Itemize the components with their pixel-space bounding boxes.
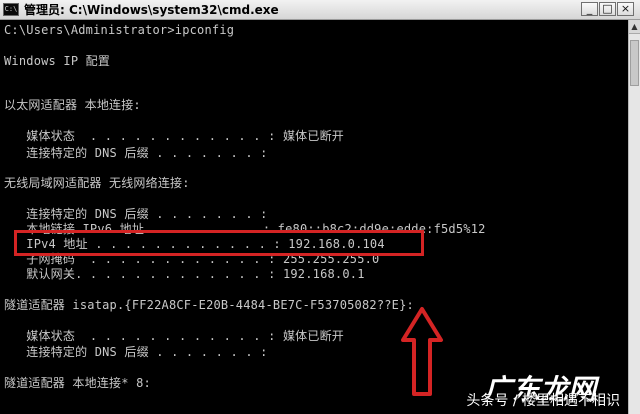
tunnel-dns-suffix-row: 连接特定的 DNS 后缀 . . . . . . . : <box>4 345 268 359</box>
close-button[interactable]: × <box>617 2 634 16</box>
cmd-app-icon[interactable]: C:\ <box>3 3 19 16</box>
ethernet-adapter-header: 以太网适配器 本地连接: <box>4 98 141 112</box>
ethernet-dns-suffix-row: 连接特定的 DNS 后缀 . . . . . . . : <box>4 146 268 160</box>
scrollbar-thumb[interactable] <box>630 40 639 86</box>
maximize-button[interactable]: □ <box>599 2 616 16</box>
ipv4-highlight-box <box>14 230 424 256</box>
minimize-button[interactable]: _ <box>581 2 598 16</box>
wireless-adapter-header: 无线局域网适配器 无线网络连接: <box>4 176 190 190</box>
tunnel-isatap-header: 隧道适配器 isatap.{FF22A8CF-E20B-4484-BE7C-F5… <box>4 298 414 312</box>
command-prompt-line: C:\Users\Administrator>ipconfig <box>4 23 235 37</box>
up-arrow-icon <box>401 307 443 396</box>
ethernet-media-state-row: 媒体状态 . . . . . . . . . . . . : 媒体已断开 <box>4 129 344 143</box>
wireless-dns-suffix-row: 连接特定的 DNS 后缀 . . . . . . . : <box>4 207 268 221</box>
vertical-scrollbar[interactable]: ▲ <box>628 20 640 414</box>
console-output[interactable]: C:\Users\Administrator>ipconfig Windows … <box>0 20 628 414</box>
tunnel-local-header: 隧道适配器 本地连接* 8: <box>4 376 151 390</box>
window-titlebar[interactable]: C:\ 管理员: C:\Windows\system32\cmd.exe _ □… <box>0 0 640 20</box>
tunnel-media-state-row: 媒体状态 . . . . . . . . . . . . : 媒体已断开 <box>4 329 344 343</box>
wireless-gateway-row: 默认网关. . . . . . . . . . . . . : 192.168.… <box>4 267 365 281</box>
window-title: 管理员: C:\Windows\system32\cmd.exe <box>24 3 279 17</box>
ip-config-header: Windows IP 配置 <box>4 54 111 68</box>
watermark-credit: 头条号 / 楼里相遇不相识 <box>466 393 620 409</box>
scroll-up-arrow-icon[interactable]: ▲ <box>629 20 640 34</box>
